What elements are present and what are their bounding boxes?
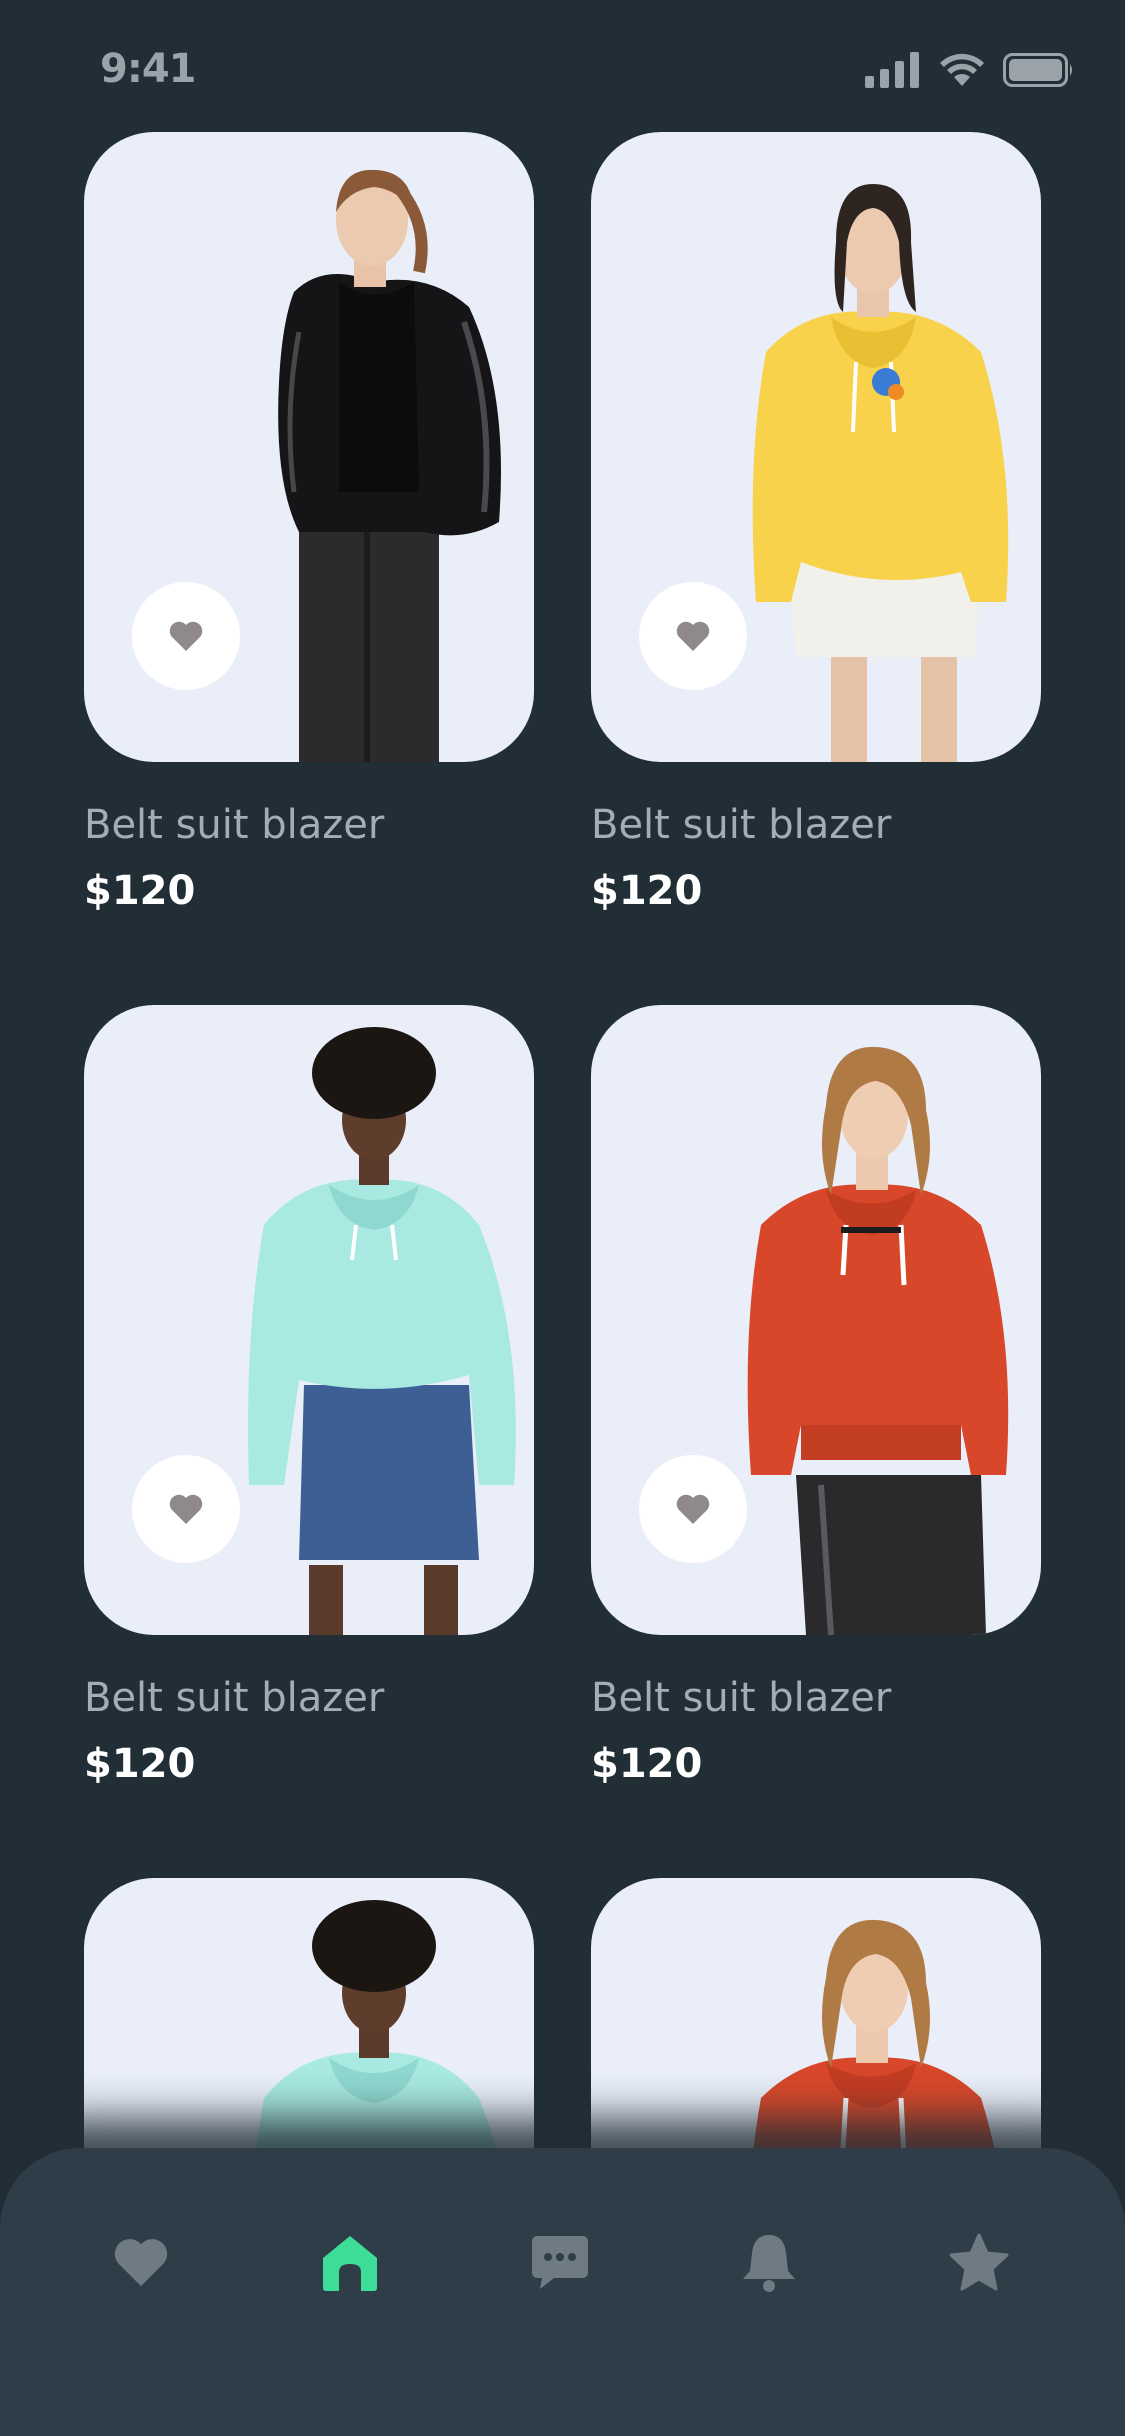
favorite-button[interactable] [132,582,240,690]
product-image[interactable] [591,132,1041,762]
product-image[interactable] [591,1005,1041,1635]
product-price: $120 [84,868,196,914]
product-card[interactable]: Belt suit blazer $120 [591,132,1041,914]
chat-icon [532,2236,588,2289]
bottom-navigation [0,2148,1125,2436]
product-card[interactable]: Belt suit blazer $120 [591,1005,1041,1787]
star-icon [949,2233,1009,2291]
product-card[interactable]: Belt suit blazer $120 [84,132,534,914]
nav-notifications[interactable] [729,2222,809,2302]
heart-icon [676,621,710,651]
signal-icon [865,52,919,88]
product-card[interactable]: Belt suit blazer $120 [84,1005,534,1787]
product-price: $120 [84,1741,196,1787]
favorite-button[interactable] [639,1455,747,1563]
nav-messages[interactable] [520,2222,600,2302]
product-price: $120 [591,868,703,914]
home-icon [323,2236,377,2291]
product-name[interactable]: Belt suit blazer [591,802,891,848]
favorite-button[interactable] [132,1455,240,1563]
product-name[interactable]: Belt suit blazer [591,1675,891,1721]
heart-icon [114,2239,168,2287]
product-image[interactable] [84,1005,534,1635]
status-time: 9:41 [100,46,196,92]
status-bar: 9:41 [0,0,1125,140]
heart-icon [169,1494,203,1524]
product-price: $120 [591,1741,703,1787]
product-name[interactable]: Belt suit blazer [84,802,384,848]
product-grid-screen: 9:41 Belt suit blazer $120 Belt suit bla… [0,0,1125,2436]
nav-home[interactable] [310,2222,390,2302]
heart-icon [676,1494,710,1524]
product-image[interactable] [84,132,534,762]
heart-icon [169,621,203,651]
favorite-button[interactable] [639,582,747,690]
wifi-icon [940,53,984,86]
status-icons [865,50,1075,90]
battery-icon [1003,53,1072,87]
nav-favorites[interactable] [101,2222,181,2302]
bell-icon [743,2235,795,2292]
product-name[interactable]: Belt suit blazer [84,1675,384,1721]
nav-starred[interactable] [939,2222,1019,2302]
